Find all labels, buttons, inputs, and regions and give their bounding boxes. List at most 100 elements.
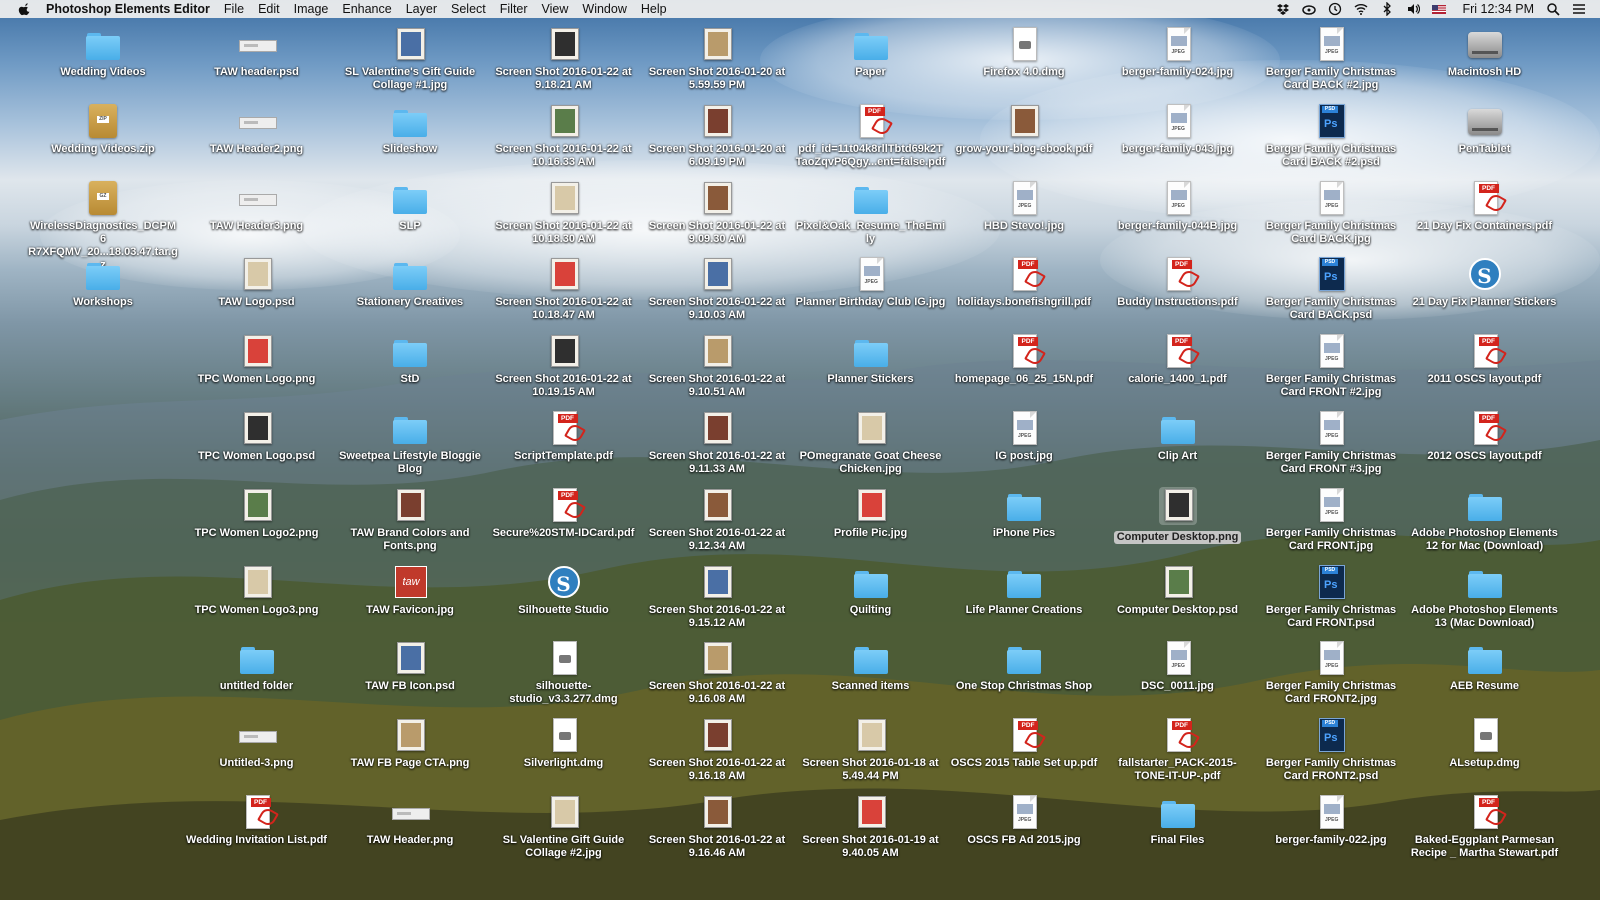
desktop-item[interactable]: TAW Header2.png [182,103,332,156]
desktop-item[interactable]: Untitled-3.png [182,717,332,770]
desktop-item[interactable]: TAW FB Page CTA.png [335,717,485,770]
desktop-item[interactable]: JPEG Berger Family Christmas Card BACK #2… [1256,26,1406,92]
desktop-item[interactable]: PDF 21 Day Fix Containers.pdf [1410,180,1560,233]
desktop-item[interactable]: Screen Shot 2016-01-22 at 9.11.33 AM [642,410,792,476]
menu-filter[interactable]: Filter [500,2,528,16]
bluetooth-icon[interactable] [1380,2,1394,16]
desktop-item[interactable]: PDF pdf_id=11t04k8rllTbtd69k2T TaoZqvP6Qg… [796,103,946,169]
desktop-item[interactable]: Computer Desktop.psd [1103,564,1253,617]
dropbox-icon[interactable] [1276,2,1290,16]
desktop-item[interactable]: Silverlight.dmg [489,717,639,770]
desktop-item[interactable]: TAW Logo.psd [182,256,332,309]
desktop-item[interactable]: Screen Shot 2016-01-22 at 9.12.34 AM [642,487,792,553]
desktop-item[interactable]: PDF fallstarter_PACK-2015-TONE-IT-UP-.pdf [1103,717,1253,783]
desktop-item[interactable]: PDF homepage_06_25_15N.pdf [949,333,1099,386]
desktop-item[interactable]: Life Planner Creations [949,564,1099,617]
desktop-item[interactable]: AEB Resume [1410,640,1560,693]
app-name-menu[interactable]: Photoshop Elements Editor [46,2,210,16]
desktop-item[interactable]: PDF Baked-Eggplant Parmesan Recipe _ Mart… [1410,794,1560,860]
desktop-item[interactable]: Workshops [28,256,178,309]
desktop-item[interactable]: JPEG Planner Birthday Club IG.jpg [796,256,946,309]
desktop-item[interactable]: TAW FB Icon.psd [335,640,485,693]
desktop-item[interactable]: PSD Ps Berger Family Christmas Card FRONT.… [1256,564,1406,630]
desktop-item[interactable]: Screen Shot 2016-01-22 at 10.18.30 AM [489,180,639,246]
desktop-item[interactable]: TAW Header3.png [182,180,332,233]
menu-select[interactable]: Select [451,2,486,16]
menu-edit[interactable]: Edit [258,2,280,16]
desktop-item[interactable]: Slideshow [335,103,485,156]
creative-cloud-icon[interactable] [1302,2,1317,16]
desktop-item[interactable]: silhouette-studio_v3.3.277.dmg [489,640,639,706]
desktop-item[interactable]: Wedding Videos [28,26,178,79]
desktop-item[interactable]: Screen Shot 2016-01-22 at 9.16.18 AM [642,717,792,783]
desktop-item[interactable]: StD [335,333,485,386]
desktop-item[interactable]: PDF Wedding Invitation List.pdf [182,794,332,847]
desktop-item[interactable]: TPC Women Logo2.png [182,487,332,540]
desktop-item[interactable]: PDF ScriptTemplate.pdf [489,410,639,463]
menu-layer[interactable]: Layer [406,2,437,16]
desktop-item[interactable]: Screen Shot 2016-01-19 at 9.40.05 AM [796,794,946,860]
desktop-item[interactable]: taw TAW Favicon.jpg [335,564,485,617]
desktop-item[interactable]: TAW Brand Colors and Fonts.png [335,487,485,553]
desktop-item[interactable]: SLP [335,180,485,233]
desktop-item[interactable]: JPEG Berger Family Christmas Card FRONT #… [1256,333,1406,399]
desktop-item[interactable]: Screen Shot 2016-01-20 at 6.09.19 PM [642,103,792,169]
desktop-item[interactable]: iPhone Pics [949,487,1099,540]
desktop-item[interactable]: PSD Ps Berger Family Christmas Card BACK #… [1256,103,1406,169]
desktop-item[interactable]: JPEG berger-family-044B.jpg [1103,180,1253,233]
desktop-item[interactable]: Planner Stickers [796,333,946,386]
desktop-item[interactable]: Screen Shot 2016-01-22 at 9.10.51 AM [642,333,792,399]
desktop-item[interactable]: PDF OSCS 2015 Table Set up.pdf [949,717,1099,770]
desktop-item[interactable]: Screen Shot 2016-01-22 at 10.19.15 AM [489,333,639,399]
desktop-item[interactable]: Screen Shot 2016-01-22 at 9.09.30 AM [642,180,792,246]
menu-image[interactable]: Image [294,2,329,16]
menu-window[interactable]: Window [582,2,626,16]
desktop-item[interactable]: JPEG Berger Family Christmas Card FRONT #… [1256,410,1406,476]
desktop-item[interactable]: Firefox 4.0.dmg [949,26,1099,79]
desktop-item[interactable]: JPEG berger-family-043.jpg [1103,103,1253,156]
desktop-item[interactable]: Quilting [796,564,946,617]
desktop-item[interactable]: JPEG HBD Stevo!.jpg [949,180,1099,233]
desktop-item[interactable]: Screen Shot 2016-01-18 at 5.49.44 PM [796,717,946,783]
apple-menu-icon[interactable] [18,2,32,16]
desktop-item[interactable]: TPC Women Logo.psd [182,410,332,463]
desktop-item[interactable]: Sweetpea Lifestyle Bloggie Blog [335,410,485,476]
desktop-item[interactable]: Screen Shot 2016-01-22 at 9.16.08 AM [642,640,792,706]
menu-help[interactable]: Help [641,2,667,16]
desktop-item[interactable]: JPEG berger-family-024.jpg [1103,26,1253,79]
desktop-item[interactable]: TPC Women Logo.png [182,333,332,386]
desktop-item[interactable]: TPC Women Logo3.png [182,564,332,617]
desktop-item[interactable]: TAW Header.png [335,794,485,847]
desktop-item[interactable]: Screen Shot 2016-01-22 at 9.18.21 AM [489,26,639,92]
desktop-item[interactable]: ZIP Wedding Videos.zip [28,103,178,156]
desktop-item[interactable]: PenTablet [1410,103,1560,156]
desktop-item[interactable]: JPEG IG post.jpg [949,410,1099,463]
desktop-item[interactable]: S Silhouette Studio [489,564,639,617]
desktop-item[interactable]: PDF calorie_1400_1.pdf [1103,333,1253,386]
desktop-item[interactable]: Adobe Photoshop Elements 13 (Mac Downloa… [1410,564,1560,630]
desktop-item[interactable]: Computer Desktop.png [1103,486,1253,545]
desktop-item[interactable]: PSD Ps Berger Family Christmas Card FRONT2… [1256,717,1406,783]
time-machine-icon[interactable] [1328,2,1342,16]
notification-center-icon[interactable] [1572,2,1586,16]
desktop-item[interactable]: Screen Shot 2016-01-22 at 9.10.03 AM [642,256,792,322]
desktop-item[interactable]: Macintosh HD [1410,26,1560,79]
spotlight-search-icon[interactable] [1546,2,1560,16]
desktop-item[interactable]: JPEG Berger Family Christmas Card FRONT.j… [1256,487,1406,553]
desktop-item[interactable]: SL Valentine Gift Guide COllage #2.jpg [489,794,639,860]
menu-file[interactable]: File [224,2,244,16]
desktop-item[interactable]: JPEG DSC_0011.jpg [1103,640,1253,693]
desktop-item[interactable]: Stationery Creatives [335,256,485,309]
desktop-item[interactable]: Final Files [1103,794,1253,847]
desktop-item[interactable]: PDF holidays.bonefishgrill.pdf [949,256,1099,309]
desktop-item[interactable]: S 21 Day Fix Planner Stickers [1410,256,1560,309]
desktop-item[interactable]: Screen Shot 2016-01-20 at 5.59.59 PM [642,26,792,92]
desktop-item[interactable]: Screen Shot 2016-01-22 at 9.16.46 AM [642,794,792,860]
desktop-item[interactable]: Scanned items [796,640,946,693]
desktop-item[interactable]: SL Valentine's Gift Guide Collage #1.jpg [335,26,485,92]
desktop-item[interactable]: Pixel&Oak_Resume_TheEmily [796,180,946,246]
desktop-item[interactable]: Paper [796,26,946,79]
desktop-item[interactable]: JPEG OSCS FB Ad 2015.jpg [949,794,1099,847]
desktop-item[interactable]: JPEG Berger Family Christmas Card BACK.jp… [1256,180,1406,246]
desktop-item[interactable]: Adobe Photoshop Elements 12 for Mac (Dow… [1410,487,1560,553]
